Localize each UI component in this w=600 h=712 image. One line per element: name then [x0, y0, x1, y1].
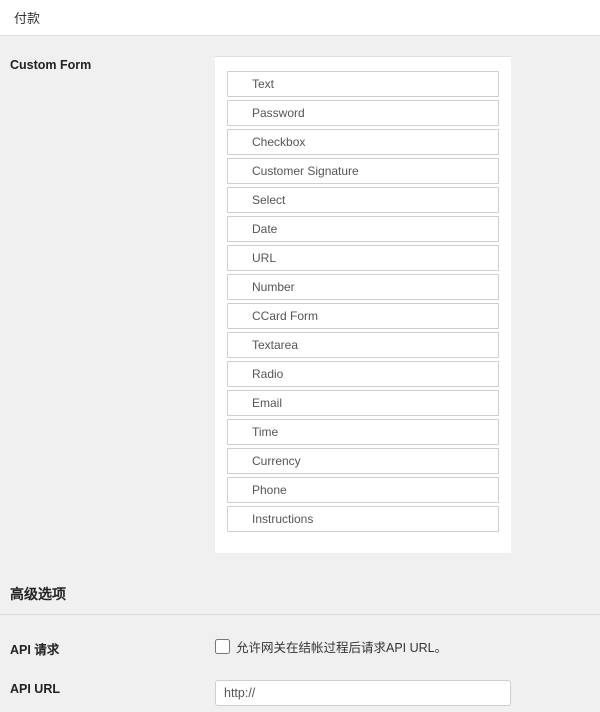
field-type-password[interactable]: Password — [227, 100, 499, 126]
field-type-date[interactable]: Date — [227, 216, 499, 242]
field-type-instructions[interactable]: Instructions — [227, 506, 499, 532]
custom-form-panel: Text Password Checkbox Customer Signature Se… — [215, 56, 511, 554]
field-type-email[interactable]: Email — [227, 390, 499, 416]
field-type-text[interactable]: Text — [227, 71, 499, 97]
field-type-phone[interactable]: Phone — [227, 477, 499, 503]
api-request-checkbox[interactable] — [215, 639, 230, 654]
field-type-number[interactable]: Number — [227, 274, 499, 300]
api-url-label: API URL — [10, 680, 215, 696]
field-type-checkbox[interactable]: Checkbox — [227, 129, 499, 155]
field-type-url[interactable]: URL — [227, 245, 499, 271]
api-url-input[interactable] — [215, 680, 511, 706]
field-type-radio[interactable]: Radio — [227, 361, 499, 387]
field-type-ccard-form[interactable]: CCard Form — [227, 303, 499, 329]
field-type-select[interactable]: Select — [227, 187, 499, 213]
custom-form-label: Custom Form — [10, 56, 215, 72]
field-type-time[interactable]: Time — [227, 419, 499, 445]
payments-link[interactable]: 付款 — [14, 11, 40, 26]
field-type-currency[interactable]: Currency — [227, 448, 499, 474]
field-type-textarea[interactable]: Textarea — [227, 332, 499, 358]
field-type-customer-signature[interactable]: Customer Signature — [227, 158, 499, 184]
api-request-label: API 请求 — [10, 637, 215, 658]
api-request-checkbox-label: 允许网关在结帐过程后请求API URL。 — [236, 637, 447, 656]
advanced-options-title: 高级选项 — [0, 560, 600, 615]
